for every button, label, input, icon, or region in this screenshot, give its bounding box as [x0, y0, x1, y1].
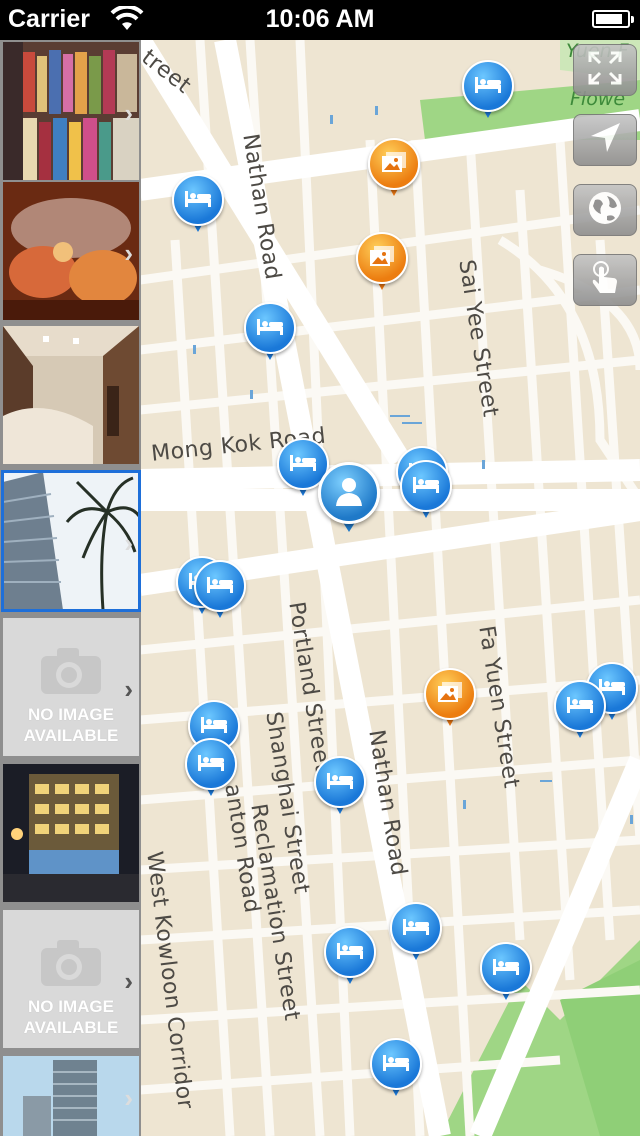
locate-button[interactable]	[573, 114, 637, 166]
hotel-pin[interactable]	[462, 60, 514, 120]
map-type-button[interactable]	[573, 184, 637, 236]
bed-icon	[255, 315, 285, 342]
thumbnail-lobby[interactable]	[3, 326, 139, 464]
photo-icon	[380, 150, 408, 179]
no-image-text: NO IMAGE AVAILABLE	[23, 705, 119, 745]
hotel-pin[interactable]	[370, 1038, 422, 1098]
photo-pin[interactable]	[368, 138, 420, 198]
hotel-pin[interactable]	[244, 302, 296, 362]
chevron-right-icon: ›	[124, 966, 133, 996]
hotel-pin[interactable]	[480, 942, 532, 1002]
bed-icon	[288, 451, 318, 478]
expand-icon	[587, 50, 623, 91]
bed-icon	[411, 473, 441, 500]
fullscreen-button[interactable]	[573, 44, 637, 96]
bed-icon	[199, 713, 229, 740]
bed-icon	[473, 73, 503, 100]
thumbnail-aquarium[interactable]: ›	[3, 182, 139, 320]
bed-icon	[401, 915, 431, 942]
hotel-pin[interactable]	[194, 560, 246, 620]
location-arrow-icon	[588, 121, 622, 160]
hotel-pin[interactable]	[185, 738, 237, 798]
photo-icon	[368, 244, 396, 273]
chevron-right-icon: ›	[124, 674, 133, 704]
user-silhouette-icon	[332, 474, 366, 513]
hotel-pin[interactable]	[324, 926, 376, 986]
thumbnail-sidebar[interactable]: › › › › NO IMAGE AVAILABLE › NO IMAGE AV…	[0, 40, 141, 1136]
status-bar: Carrier 10:06 AM	[0, 0, 640, 40]
thumbnail-market[interactable]: ›	[3, 42, 139, 180]
hotel-pin[interactable]	[400, 460, 452, 520]
bed-icon	[335, 939, 365, 966]
hotel-pin[interactable]	[554, 680, 606, 740]
hotel-pin[interactable]	[390, 902, 442, 962]
photo-pin[interactable]	[356, 232, 408, 292]
chevron-right-icon: ›	[124, 528, 133, 558]
chevron-right-icon: ›	[124, 1083, 133, 1113]
battery-icon	[592, 10, 634, 28]
touch-button[interactable]	[573, 254, 637, 306]
thumbnail-tower-palms[interactable]: ›	[1, 470, 141, 612]
photo-pin[interactable]	[424, 668, 476, 728]
thumbnail-no-image[interactable]: › NO IMAGE AVAILABLE	[3, 910, 139, 1048]
thumbnail-night-hotel[interactable]	[3, 764, 139, 902]
no-image-text: NO IMAGE AVAILABLE	[23, 997, 119, 1037]
photo-icon	[436, 680, 464, 709]
bed-icon	[381, 1051, 411, 1078]
hand-pointer-icon	[588, 260, 622, 301]
bed-icon	[565, 693, 595, 720]
clock: 10:06 AM	[265, 5, 375, 33]
bed-icon	[196, 751, 226, 778]
bed-icon	[205, 573, 235, 600]
hotel-pin[interactable]	[314, 756, 366, 816]
globe-icon	[587, 190, 623, 231]
thumbnail-tower-sky[interactable]: ›	[3, 1056, 139, 1136]
camera-icon	[39, 938, 103, 993]
bed-icon	[325, 769, 355, 796]
bed-icon	[183, 187, 213, 214]
thumbnail-no-image[interactable]: › NO IMAGE AVAILABLE	[3, 618, 139, 756]
chevron-right-icon: ›	[124, 238, 133, 268]
chevron-right-icon: ›	[124, 98, 133, 128]
user-location-pin[interactable]	[318, 462, 380, 536]
hotel-pin[interactable]	[172, 174, 224, 234]
bed-icon	[491, 955, 521, 982]
camera-icon	[39, 646, 103, 701]
